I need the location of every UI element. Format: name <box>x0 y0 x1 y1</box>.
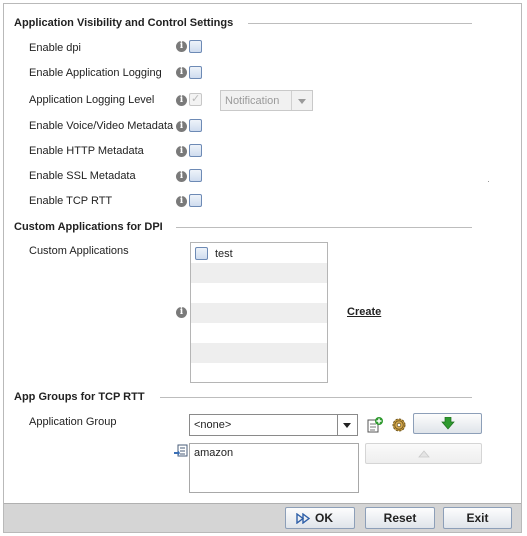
application-group-value: <none> <box>194 419 232 431</box>
section-title-visibility: Application Visibility and Control Setti… <box>14 17 234 29</box>
logging-level-value: Notification <box>225 95 280 107</box>
section-divider <box>160 397 472 398</box>
logging-level-select[interactable]: Notification <box>220 90 313 111</box>
chevron-down-icon <box>291 91 312 110</box>
list-item <box>191 283 327 303</box>
enable-ssl-checkbox[interactable] <box>189 169 202 182</box>
enable-voice-video-checkbox[interactable] <box>189 119 202 132</box>
ok-button[interactable]: OK <box>285 507 355 529</box>
enable-dpi-label: Enable dpi <box>29 42 81 54</box>
section-divider <box>176 227 472 228</box>
info-icon[interactable]: i <box>176 171 187 182</box>
custom-applications-list[interactable]: test <box>190 242 328 383</box>
custom-applications-label: Custom Applications <box>29 245 129 257</box>
arrow-down-icon <box>441 417 455 430</box>
enable-dpi-checkbox[interactable] <box>189 40 202 53</box>
app-logging-level-override-checkbox[interactable] <box>189 92 202 106</box>
section-title-custom-apps: Custom Applications for DPI <box>14 221 163 233</box>
gear-icon[interactable] <box>390 416 408 434</box>
list-item <box>191 343 327 363</box>
info-icon[interactable]: i <box>176 307 187 318</box>
list-edit-icon[interactable] <box>174 444 189 459</box>
app-logging-level-label: Application Logging Level <box>29 94 155 106</box>
enable-app-logging-checkbox[interactable] <box>189 66 202 79</box>
move-down-button[interactable] <box>413 413 482 434</box>
list-item <box>191 323 327 343</box>
info-icon[interactable]: i <box>176 41 187 52</box>
list-item[interactable]: amazon <box>194 447 233 459</box>
info-icon[interactable]: i <box>176 146 187 157</box>
list-item[interactable]: test <box>191 243 327 263</box>
exit-button[interactable]: Exit <box>443 507 512 529</box>
enable-http-checkbox[interactable] <box>189 144 202 157</box>
create-link[interactable]: Create <box>347 306 381 318</box>
reset-button[interactable]: Reset <box>365 507 435 529</box>
move-up-button[interactable] <box>365 443 482 464</box>
arrow-up-icon <box>418 450 430 458</box>
application-group-label: Application Group <box>29 416 117 428</box>
list-item <box>191 263 327 283</box>
custom-app-checkbox[interactable] <box>195 247 208 260</box>
custom-app-name: test <box>215 248 233 260</box>
enable-ssl-label: Enable SSL Metadata <box>29 170 136 182</box>
section-title-app-groups: App Groups for TCP RTT <box>14 391 145 403</box>
add-new-icon[interactable] <box>366 416 384 434</box>
info-icon[interactable]: i <box>176 95 187 106</box>
info-icon[interactable]: i <box>176 121 187 132</box>
info-icon[interactable]: i <box>176 67 187 78</box>
section-divider <box>248 23 472 24</box>
ok-label: OK <box>315 511 333 525</box>
info-icon[interactable]: i <box>176 196 187 207</box>
chevron-down-icon <box>337 415 357 435</box>
list-item <box>191 363 327 382</box>
enable-app-logging-label: Enable Application Logging <box>29 67 162 79</box>
enable-tcp-rtt-label: Enable TCP RTT <box>29 195 113 207</box>
stray-dot <box>488 181 489 182</box>
enable-voice-video-label: Enable Voice/Video Metadata <box>29 120 174 132</box>
enable-tcp-rtt-checkbox[interactable] <box>189 194 202 207</box>
fast-forward-icon <box>296 513 310 524</box>
application-group-select[interactable]: <none> <box>189 414 358 436</box>
application-group-list[interactable]: amazon <box>189 443 359 493</box>
enable-http-label: Enable HTTP Metadata <box>29 145 144 157</box>
list-item <box>191 303 327 323</box>
